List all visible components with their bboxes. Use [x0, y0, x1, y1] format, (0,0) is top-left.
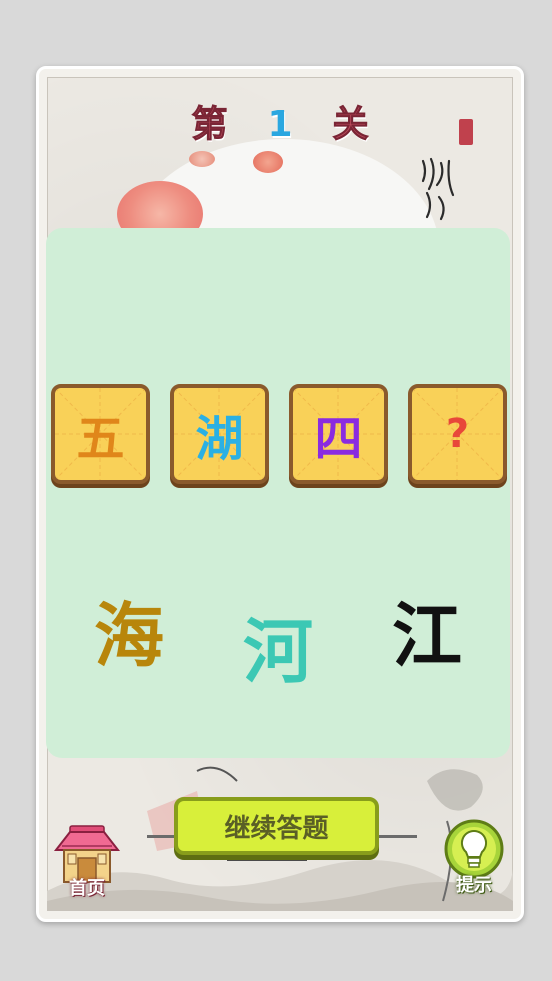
answer-tile-blank[interactable]: ?	[408, 384, 507, 484]
hint-button[interactable]: 提示	[441, 819, 507, 897]
choice-jiang[interactable]: 江	[392, 580, 462, 681]
title-prefix: 第	[191, 104, 228, 146]
tile-char: 五	[76, 411, 125, 467]
home-label: 首页	[69, 878, 105, 899]
peony-bud-decoration	[253, 151, 283, 173]
answer-tile-1: 五	[51, 384, 150, 484]
tile-char: 四	[314, 411, 363, 467]
answer-tile-2: 湖	[170, 384, 269, 484]
tile-char: 湖	[195, 411, 244, 467]
play-area: 五 湖 四 ? 海 河 江	[46, 228, 510, 758]
title-suffix: 关	[332, 104, 369, 146]
level-title: 第1关	[39, 95, 521, 147]
peony-bud-small-decoration	[189, 151, 215, 167]
hint-label: 提示	[456, 875, 492, 896]
question-mark: ?	[445, 411, 470, 457]
choice-hai[interactable]: 海	[94, 580, 164, 681]
choice-he[interactable]: 河	[243, 596, 313, 697]
continue-button[interactable]: 继续答题	[174, 797, 379, 855]
home-button[interactable]: 首页	[52, 824, 122, 900]
level-number: 1	[267, 104, 293, 145]
answer-tile-3: 四	[289, 384, 388, 484]
calligraphy-decoration	[421, 157, 455, 221]
game-card: 第1关 五 湖 四 ? 海 河 江 继续答题 首页 提示	[36, 66, 524, 922]
